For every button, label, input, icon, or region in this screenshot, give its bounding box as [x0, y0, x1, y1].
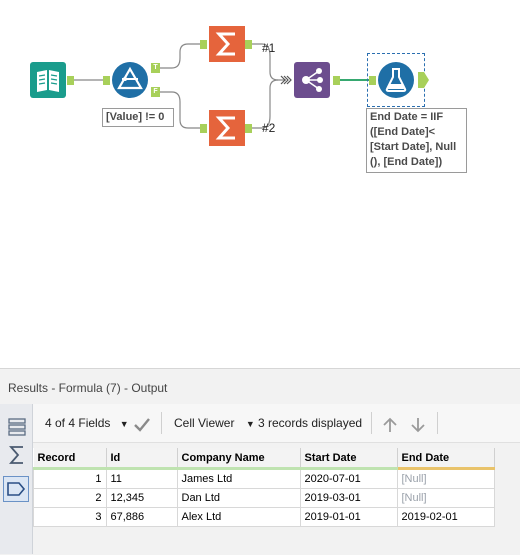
column-header-record[interactable]: Record: [33, 448, 107, 470]
sigma-icon: [9, 446, 23, 464]
record-cell: 1: [33, 468, 107, 489]
union-icon: [294, 62, 330, 98]
company-cell: James Ltd: [176, 468, 301, 489]
fields-dropdown[interactable]: 4 of 4 Fields ▼: [45, 416, 129, 430]
input-data-tool[interactable]: [30, 62, 66, 98]
flask-icon: [378, 62, 414, 98]
company-cell: Alex Ltd: [176, 507, 301, 527]
checkmark-icon[interactable]: [133, 416, 151, 434]
results-toolbar: 4 of 4 Fields ▼ Cell Viewer ▼ 3 records …: [33, 404, 520, 443]
sigma-icon: [209, 110, 245, 146]
dropdown-arrow-icon: ▼: [119, 419, 129, 429]
cell-viewer-dropdown[interactable]: Cell Viewer ▼: [174, 416, 255, 430]
summarize-tool-1[interactable]: [209, 26, 245, 62]
filter-annotation: [Value] != 0: [102, 108, 174, 127]
workflow-canvas[interactable]: T F [Value] != 0 #1 #2 End Date = IIF ([…: [0, 0, 520, 368]
company-cell: Dan Ltd: [176, 488, 301, 508]
column-header-id[interactable]: Id: [106, 448, 178, 470]
input-output-anchor[interactable]: [67, 76, 74, 85]
filter-true-anchor[interactable]: T: [151, 63, 160, 73]
table-row[interactable]: 2 12,345 Dan Ltd 2019-03-01 [Null]: [33, 488, 495, 508]
table-row[interactable]: 3 67,886 Alex Ltd 2019-01-01 2019-02-01: [33, 507, 495, 527]
id-cell: 11: [105, 468, 178, 489]
union-output-anchor[interactable]: [333, 76, 340, 85]
dropdown-arrow-icon: ▼: [245, 419, 255, 429]
column-header-start-date[interactable]: Start Date: [300, 448, 398, 470]
sigma-icon: [209, 26, 245, 62]
filter-false-anchor[interactable]: F: [151, 87, 160, 97]
summarize-tool-2[interactable]: [209, 110, 245, 146]
summarize-1-output-anchor[interactable]: [245, 40, 252, 49]
fields-dropdown-label: 4 of 4 Fields: [45, 416, 111, 430]
toolbar-separator: [437, 412, 438, 434]
down-arrow-icon[interactable]: [409, 416, 427, 434]
end-date-cell: 2019-02-01: [396, 507, 495, 527]
union-input-label-1: #1: [262, 41, 276, 55]
sidebar-summary-button[interactable]: [6, 444, 28, 466]
summarize-2-input-anchor[interactable]: [200, 124, 207, 133]
summarize-1-input-anchor[interactable]: [200, 40, 207, 49]
start-date-cell: 2020-07-01: [299, 468, 398, 489]
connections: [73, 43, 370, 129]
connection-filter-true-sum1: [160, 43, 200, 69]
formula-tool[interactable]: [378, 62, 414, 98]
column-header-company-name[interactable]: Company Name: [177, 448, 301, 470]
summarize-2-output-anchor[interactable]: [245, 124, 252, 133]
union-input-label-2: #2: [262, 121, 276, 135]
list-icon: [8, 418, 26, 436]
results-grid: Record Id Company Name Start Date End Da…: [33, 448, 495, 527]
start-date-cell: 2019-01-01: [299, 507, 398, 527]
book-icon: [30, 62, 66, 98]
filter-icon: [112, 62, 148, 98]
sidebar-data-button[interactable]: [3, 476, 29, 502]
sidebar-metadata-button[interactable]: [6, 416, 28, 438]
toolbar-separator: [161, 412, 162, 434]
table-row[interactable]: 1 11 James Ltd 2020-07-01 [Null]: [33, 468, 495, 489]
up-arrow-icon[interactable]: [381, 416, 399, 434]
formula-annotation: End Date = IIF ([End Date]< [Start Date]…: [366, 108, 467, 173]
id-cell: 67,886: [105, 507, 178, 527]
end-date-cell: [Null]: [396, 468, 495, 489]
union-tool[interactable]: [294, 62, 330, 98]
cell-viewer-label: Cell Viewer: [174, 416, 235, 430]
filter-input-anchor[interactable]: [103, 76, 110, 85]
records-displayed: 3 records displayed: [258, 416, 363, 430]
header-row: Record Id Company Name Start Date End Da…: [33, 448, 495, 470]
id-cell: 12,345: [105, 488, 178, 508]
toolbar-separator: [371, 412, 372, 434]
tag-icon: [7, 482, 26, 496]
results-sidebar: [0, 404, 33, 554]
formula-input-anchor[interactable]: [369, 76, 376, 85]
filter-tool[interactable]: [112, 62, 148, 98]
record-cell: 3: [33, 507, 107, 527]
results-title: Results - Formula (7) - Output: [8, 381, 168, 395]
end-date-cell: [Null]: [396, 488, 495, 508]
column-header-end-date[interactable]: End Date: [397, 448, 495, 470]
record-cell: 2: [33, 488, 107, 508]
start-date-cell: 2019-03-01: [299, 488, 398, 508]
formula-output-anchor[interactable]: [418, 71, 430, 89]
